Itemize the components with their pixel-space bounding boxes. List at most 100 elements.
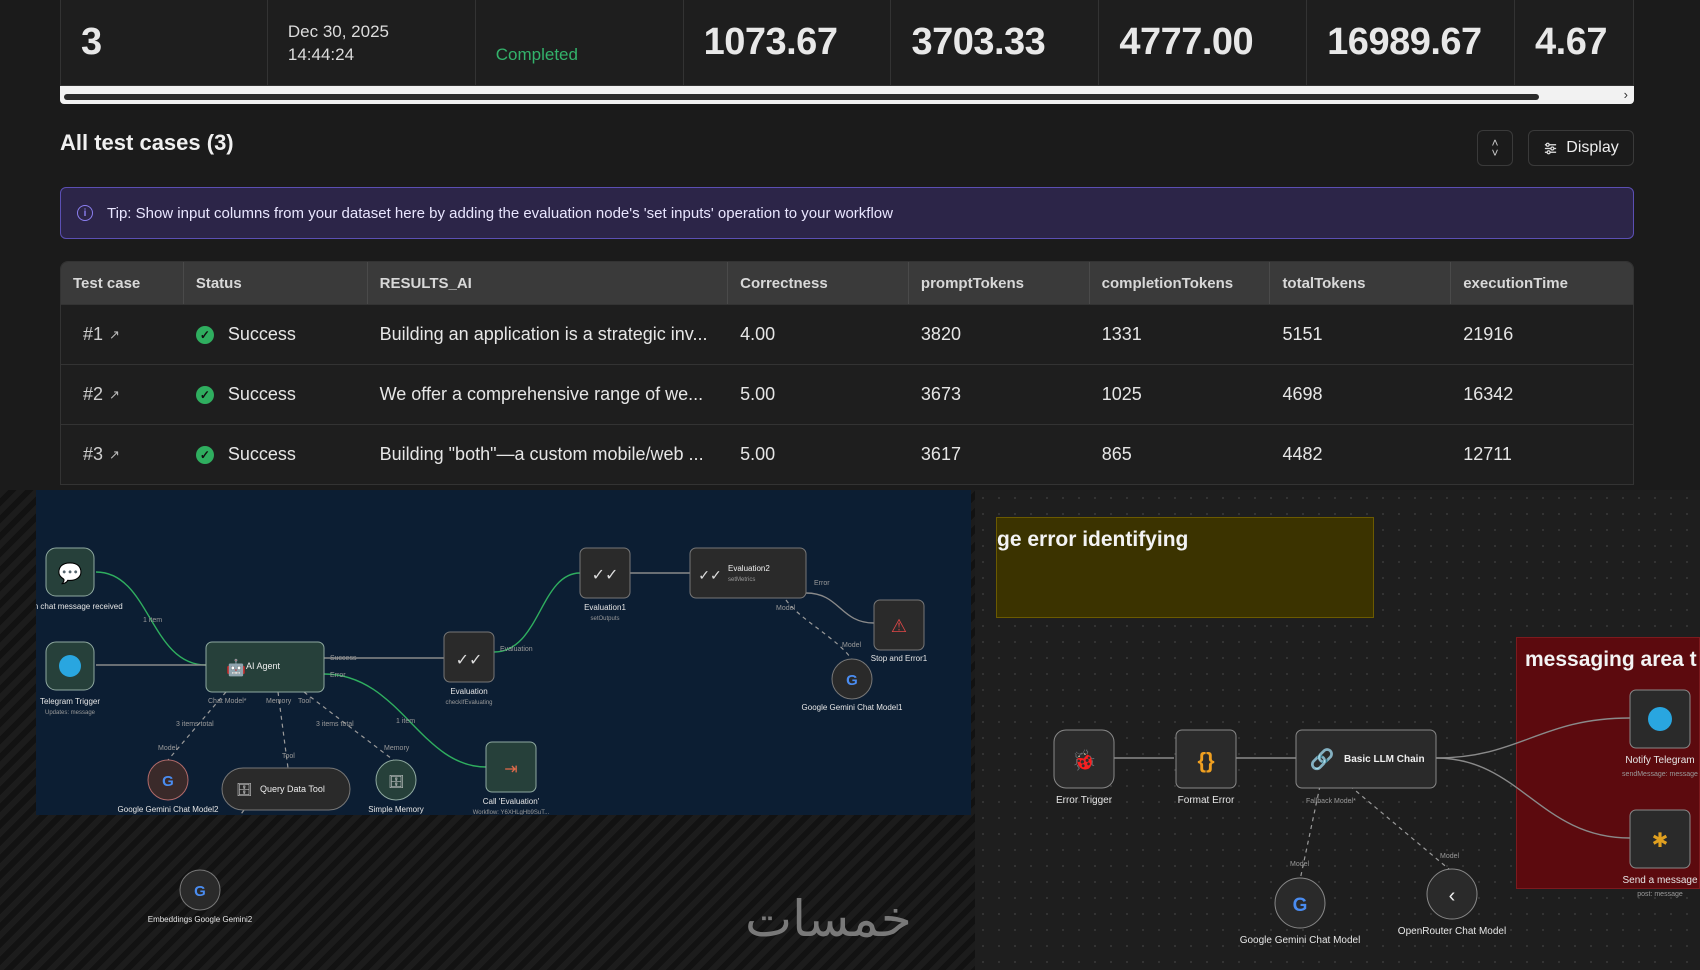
node-label: OpenRouter Chat Model [1398, 926, 1506, 937]
call-evaluation-node[interactable]: ⇥ Call 'Evaluation' Workflow: Y6XHLgHb9S… [473, 741, 550, 816]
status-text: Success [227, 324, 296, 344]
prompt-tokens-cell: 3617 [920, 444, 961, 464]
check-circle-icon: ✓ [195, 385, 214, 404]
table-row[interactable]: #3 ↗ ✓ Success Building "both"—a custom mo… [61, 424, 1633, 484]
telegram-icon [59, 655, 81, 677]
gemini-model-node[interactable]: G Google Gemini Chat Model [1240, 877, 1361, 946]
edge-label: 1 item [143, 617, 162, 624]
gemini-model1-node[interactable]: G Google Gemini Chat Model1 [802, 658, 903, 712]
query-data-tool-node[interactable]: 🗄 Query Data Tool [221, 767, 351, 811]
test-case-id: #3 [83, 444, 104, 464]
run-date: Dec 30, 2025 [287, 21, 390, 41]
sign-in-icon: ⇥ [504, 761, 517, 778]
column-header[interactable]: RESULTS_AI [368, 262, 729, 304]
edge-label: Error [814, 580, 830, 587]
column-header[interactable]: completionTokens [1090, 262, 1271, 304]
column-header[interactable]: executionTime [1451, 262, 1633, 304]
bug-icon: 🐞 [1072, 748, 1097, 772]
edge-label: Success [330, 655, 357, 662]
completion-tokens-cell: 865 [1101, 444, 1132, 464]
horizontal-scrollbar[interactable]: › [60, 86, 1634, 104]
correctness-cell: 5.00 [740, 444, 776, 464]
watermark: خمسات [745, 890, 912, 948]
openrouter-node[interactable]: ‹ OpenRouter Chat Model [1398, 868, 1506, 937]
sort-button[interactable]: ˄ ˅ [1477, 130, 1513, 166]
run-metric: 3703.33 [891, 0, 1100, 85]
column-header[interactable]: Test case [61, 262, 184, 304]
evaluation-node[interactable]: ✓✓ Evaluation checkIfEvaluating [443, 631, 495, 706]
run-summary-row[interactable]: 3 Dec 30, 2025 14:44:24 Completed 1073.6… [60, 0, 1634, 86]
test-case-id: #1 [83, 324, 104, 344]
evaluation2-node[interactable]: ✓✓ Evaluation2 setMetrics [689, 547, 807, 599]
error-trigger-node[interactable]: 🐞 Error Trigger [1053, 729, 1115, 806]
external-link-icon[interactable]: ↗ [109, 387, 120, 403]
scroll-right-icon[interactable]: › [1624, 87, 1628, 102]
embeddings-node[interactable]: G Embeddings Google Gemini2 [148, 869, 253, 924]
stop-error-node[interactable]: ⚠ Stop and Error1 [871, 599, 928, 663]
gemini-model2-node[interactable]: G Google Gemini Chat Model2 [118, 759, 219, 814]
display-label: Display [1566, 139, 1619, 156]
node-label: Embeddings Google Gemini2 [148, 915, 253, 924]
edge-label: Model [1440, 853, 1460, 860]
run-metric: 16989.67 [1307, 0, 1516, 85]
table-row[interactable]: #2 ↗ ✓ Success We offer a comprehensive ra… [61, 364, 1633, 424]
test-cases-table: Test case Status RESULTS_AI Correctness … [60, 261, 1634, 485]
evaluation1-node[interactable]: ✓✓ Evaluation1 setOutputs [579, 547, 631, 622]
completion-tokens-cell: 1331 [1101, 324, 1142, 344]
scrollbar-thumb[interactable] [64, 94, 1539, 100]
test-case-link[interactable]: #2 ↗ [61, 365, 184, 424]
notify-telegram-node[interactable]: Notify Telegram sendMessage: message [1622, 689, 1698, 778]
node-label: Evaluation1 [584, 603, 626, 612]
node-subtitle: post: message [1637, 891, 1683, 898]
node-label: Telegram Trigger [40, 697, 100, 706]
double-check-icon: ✓✓ [698, 567, 721, 583]
display-button[interactable]: Display [1528, 130, 1634, 166]
node-label: Google Gemini Chat Model2 [118, 805, 219, 814]
column-header[interactable]: promptTokens [909, 262, 1090, 304]
table-row[interactable]: #1 ↗ ✓ Success Building an application is … [61, 304, 1633, 364]
app-root: 3 Dec 30, 2025 14:44:24 Completed 1073.6… [0, 0, 1700, 970]
simple-memory-node[interactable]: 🗄 Simple Memory [368, 759, 424, 814]
result-cell: Building an application is a strategic i… [379, 324, 708, 344]
chat-trigger-node[interactable]: 💬 When chat message received [17, 547, 123, 611]
node-subtitle: checkIfEvaluating [445, 700, 492, 706]
column-header[interactable]: Correctness [728, 262, 909, 304]
llm-chain-node[interactable]: 🔗 Basic LLM Chain [1295, 729, 1437, 789]
status-text: Success [227, 444, 296, 464]
node-subtitle: setMetrics [728, 577, 755, 583]
column-header[interactable]: Status [184, 262, 368, 304]
telegram-trigger-node[interactable]: Telegram Trigger Updates: message [40, 641, 100, 716]
retriever-flow: 1 item 3 items total 3 items total 1 ite… [17, 547, 928, 816]
link-icon: 🔗 [1310, 747, 1335, 771]
tip-text: Tip: Show input columns from your datase… [107, 204, 893, 222]
run-datetime: Dec 30, 2025 14:44:24 [268, 0, 476, 85]
format-error-node[interactable]: {} Format Error [1175, 729, 1237, 806]
external-link-icon[interactable]: ↗ [109, 327, 120, 343]
node-subtitle: sendMessage: message [1622, 771, 1698, 778]
edge-label: Tool [298, 698, 311, 705]
warning-icon: ⚠ [891, 616, 907, 636]
send-message-node[interactable]: ✱ Send a message post: message [1622, 809, 1698, 898]
edge-label: Memory [384, 745, 410, 752]
double-check-icon: ✓✓ [456, 652, 483, 669]
node-label: Query Data Tool [260, 784, 325, 794]
edge-label: Fallback Model* [1306, 798, 1356, 805]
node-label: Notify Telegram [1625, 755, 1694, 766]
test-case-link[interactable]: #1 ↗ [61, 305, 184, 364]
google-icon: G [846, 672, 858, 689]
edge-label: Model [842, 642, 862, 649]
edge-label: Model [158, 745, 178, 752]
double-check-icon: ✓✓ [592, 567, 619, 584]
page-title: All test cases (3) [60, 130, 234, 155]
ai-agent-node[interactable]: 🤖 AI Agent [205, 641, 325, 693]
column-header[interactable]: totalTokens [1270, 262, 1452, 304]
robot-icon: 🤖 [226, 658, 246, 677]
google-icon: G [1293, 895, 1308, 916]
run-status: Completed [476, 0, 684, 85]
node-label: Send a message [1622, 875, 1697, 886]
node-label: Basic LLM Chain [1344, 754, 1425, 765]
table-header: Test case Status RESULTS_AI Correctness … [61, 262, 1633, 304]
external-link-icon[interactable]: ↗ [109, 447, 120, 463]
test-case-link[interactable]: #3 ↗ [61, 425, 184, 484]
node-label: Google Gemini Chat Model [1240, 935, 1361, 946]
